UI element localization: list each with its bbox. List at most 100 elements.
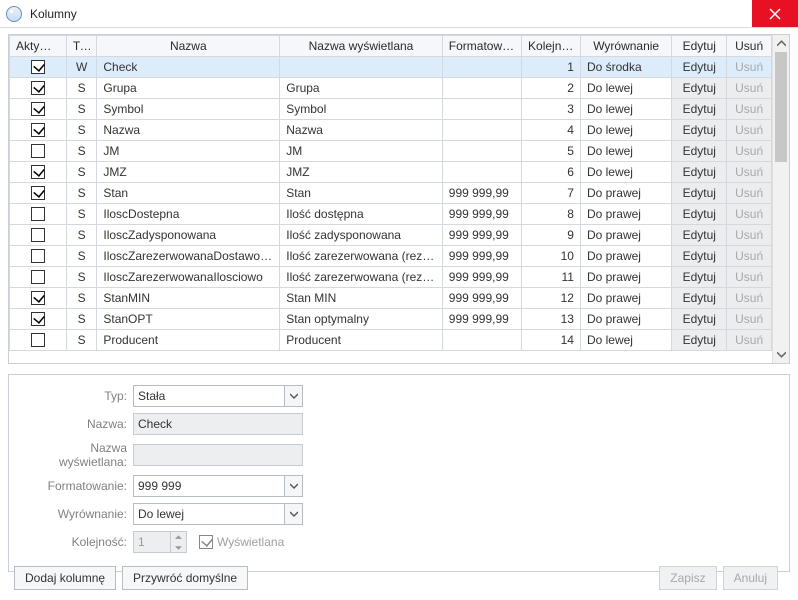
delete-row-button[interactable]: Usuń <box>727 267 772 288</box>
header-del[interactable]: Usuń <box>727 36 772 57</box>
typ-select[interactable]: Stała <box>133 385 303 407</box>
delete-row-button[interactable]: Usuń <box>727 225 772 246</box>
table-row[interactable]: SStanStan999 999,997Do prawejEdytujUsuń <box>10 183 772 204</box>
delete-row-button[interactable]: Usuń <box>727 99 772 120</box>
edit-row-button[interactable]: Edytuj <box>672 162 727 183</box>
checkbox-icon <box>31 165 45 179</box>
cancel-button[interactable]: Anuluj <box>723 566 778 590</box>
kolej-cell: 12 <box>522 288 581 309</box>
delete-row-button[interactable]: Usuń <box>727 330 772 351</box>
edit-row-button[interactable]: Edytuj <box>672 309 727 330</box>
edit-row-button[interactable]: Edytuj <box>672 330 727 351</box>
wyrow-select[interactable]: Do lewej <box>133 503 303 525</box>
active-cell[interactable] <box>10 246 67 267</box>
header-aktywne[interactable]: Aktywne <box>10 36 67 57</box>
kolej-cell: 3 <box>522 99 581 120</box>
active-cell[interactable] <box>10 120 67 141</box>
active-cell[interactable] <box>10 309 67 330</box>
table-row[interactable]: SIloscZarezerwowanaDostawowoIlość zareze… <box>10 246 772 267</box>
window-close-button[interactable] <box>752 0 798 27</box>
nazwaw-cell: JMZ <box>280 162 443 183</box>
delete-row-button[interactable]: Usuń <box>727 309 772 330</box>
edit-row-button[interactable]: Edytuj <box>672 78 727 99</box>
active-cell[interactable] <box>10 267 67 288</box>
table-row[interactable]: SJMZJMZ6Do lewejEdytujUsuń <box>10 162 772 183</box>
edit-row-button[interactable]: Edytuj <box>672 141 727 162</box>
kolej-cell: 6 <box>522 162 581 183</box>
nazwa-cell: IloscZadysponowana <box>97 225 280 246</box>
nazwaw-cell: JM <box>280 141 443 162</box>
table-row[interactable]: SIloscZarezerwowanaIlosciowoIlość zareze… <box>10 267 772 288</box>
nazwa-cell: IloscZarezerwowanaDostawowo <box>97 246 280 267</box>
delete-row-button[interactable]: Usuń <box>727 141 772 162</box>
wyrow-cell: Do prawej <box>580 225 671 246</box>
nazwa-cell: IloscDostepna <box>97 204 280 225</box>
kolej-cell: 7 <box>522 183 581 204</box>
scroll-up-button[interactable] <box>773 35 789 52</box>
typ-cell: S <box>66 267 96 288</box>
table-row[interactable]: SIloscZadysponowanaIlość zadysponowana99… <box>10 225 772 246</box>
scroll-down-button[interactable] <box>773 346 789 363</box>
save-button[interactable]: Zapisz <box>659 566 716 590</box>
wyrow-cell: Do prawej <box>580 246 671 267</box>
delete-row-button[interactable]: Usuń <box>727 78 772 99</box>
table-row[interactable]: SNazwaNazwa4Do lewejEdytujUsuń <box>10 120 772 141</box>
active-cell[interactable] <box>10 204 67 225</box>
delete-row-button[interactable]: Usuń <box>727 120 772 141</box>
nazwaw-cell: Ilość zarezerwowana (rezerw... <box>280 267 443 288</box>
nazwa-cell: Check <box>97 57 280 78</box>
table-row[interactable]: SStanMINStan MIN999 999,9912Do prawejEdy… <box>10 288 772 309</box>
delete-row-button[interactable]: Usuń <box>727 288 772 309</box>
edit-row-button[interactable]: Edytuj <box>672 57 727 78</box>
nazwaw-cell: Stan optymalny <box>280 309 443 330</box>
active-cell[interactable] <box>10 225 67 246</box>
table-row[interactable]: SSymbolSymbol3Do lewejEdytujUsuń <box>10 99 772 120</box>
active-cell[interactable] <box>10 78 67 99</box>
edit-row-button[interactable]: Edytuj <box>672 246 727 267</box>
edit-row-button[interactable]: Edytuj <box>672 204 727 225</box>
typ-cell: S <box>66 246 96 267</box>
header-nazwa[interactable]: Nazwa <box>97 36 280 57</box>
kolej-cell: 14 <box>522 330 581 351</box>
active-cell[interactable] <box>10 288 67 309</box>
active-cell[interactable] <box>10 141 67 162</box>
delete-row-button[interactable]: Usuń <box>727 57 772 78</box>
delete-row-button[interactable]: Usuń <box>727 246 772 267</box>
nazwa-cell: StanOPT <box>97 309 280 330</box>
edit-row-button[interactable]: Edytuj <box>672 288 727 309</box>
table-row[interactable]: SIloscDostepnaIlość dostępna999 999,998D… <box>10 204 772 225</box>
table-row[interactable]: SJMJM5Do lewejEdytujUsuń <box>10 141 772 162</box>
edit-row-button[interactable]: Edytuj <box>672 183 727 204</box>
header-wyrow[interactable]: Wyrównanie <box>580 36 671 57</box>
edit-row-button[interactable]: Edytuj <box>672 120 727 141</box>
header-edit[interactable]: Edytuj <box>672 36 727 57</box>
grid-scrollbar[interactable] <box>772 35 789 363</box>
table-row[interactable]: SProducentProducent14Do lewejEdytujUsuń <box>10 330 772 351</box>
active-cell[interactable] <box>10 99 67 120</box>
active-cell[interactable] <box>10 183 67 204</box>
delete-row-button[interactable]: Usuń <box>727 204 772 225</box>
chevron-down-icon <box>284 386 302 406</box>
header-kolej[interactable]: Kolejność <box>522 36 581 57</box>
restore-defaults-button[interactable]: Przywróć domyślne <box>122 566 248 590</box>
edit-row-button[interactable]: Edytuj <box>672 267 727 288</box>
edit-row-button[interactable]: Edytuj <box>672 99 727 120</box>
table-row[interactable]: SStanOPTStan optymalny999 999,9913Do pra… <box>10 309 772 330</box>
edit-row-button[interactable]: Edytuj <box>672 225 727 246</box>
header-format[interactable]: Formatowa... <box>442 36 521 57</box>
wyswietlana-checkbox: Wyświetlana <box>195 535 284 549</box>
nazwaw-cell: Nazwa <box>280 120 443 141</box>
active-cell[interactable] <box>10 162 67 183</box>
scroll-thumb[interactable] <box>775 52 787 162</box>
delete-row-button[interactable]: Usuń <box>727 162 772 183</box>
format-select[interactable]: 999 999 <box>133 475 303 497</box>
active-cell[interactable] <box>10 57 67 78</box>
table-row[interactable]: SGrupaGrupa2Do lewejEdytujUsuń <box>10 78 772 99</box>
add-column-button[interactable]: Dodaj kolumnę <box>14 566 116 590</box>
delete-row-button[interactable]: Usuń <box>727 183 772 204</box>
table-row[interactable]: WCheck1Do środkaEdytujUsuń <box>10 57 772 78</box>
active-cell[interactable] <box>10 330 67 351</box>
header-typ[interactable]: Typ <box>66 36 96 57</box>
wyrow-cell: Do lewej <box>580 141 671 162</box>
header-nazwaw[interactable]: Nazwa wyświetlana <box>280 36 443 57</box>
